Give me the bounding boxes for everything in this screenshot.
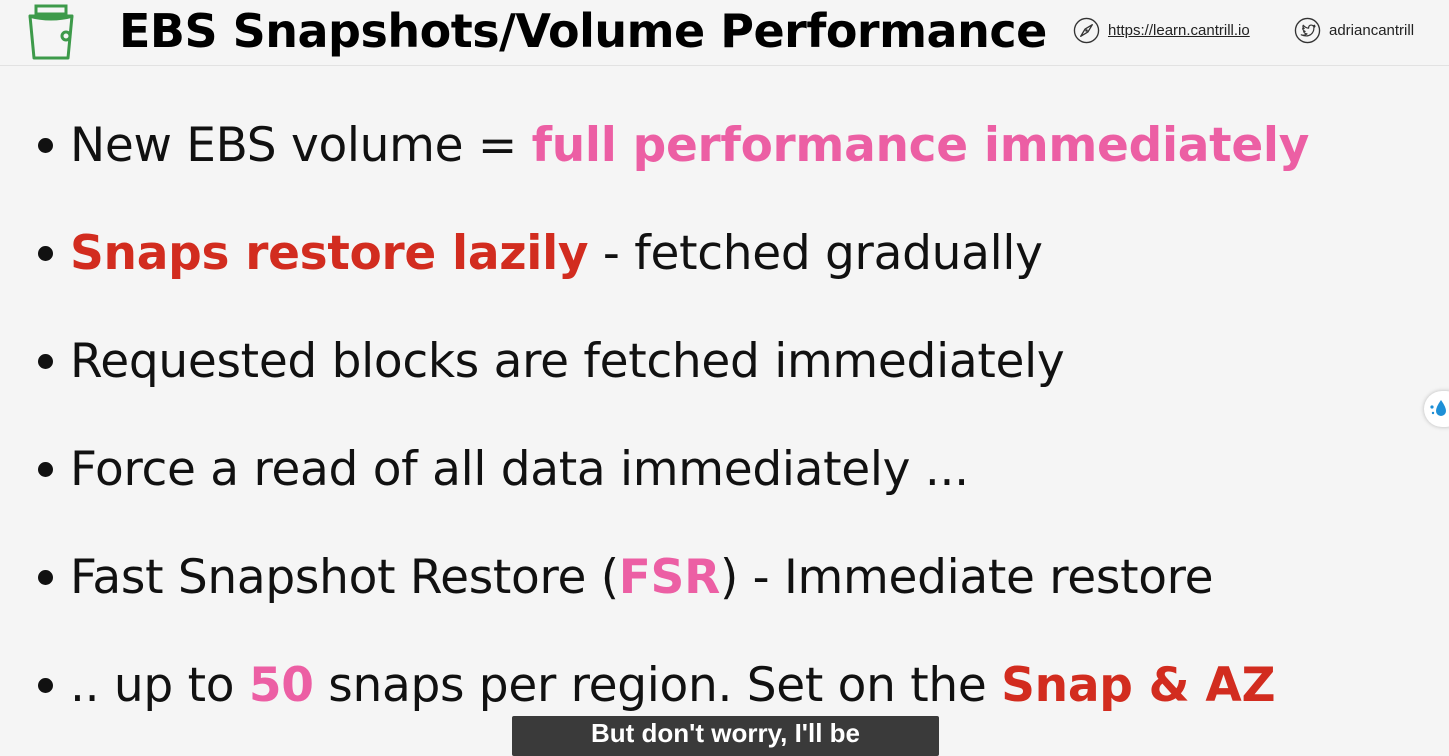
bullet-dot bbox=[38, 462, 53, 477]
page-title: EBS Snapshots/Volume Performance bbox=[119, 4, 1047, 58]
bullet-highlight: 50 bbox=[248, 658, 314, 713]
bullet-item: Fast Snapshot Restore (FSR) - Immediate … bbox=[38, 524, 1214, 632]
bullet-text: ) - Immediate restore bbox=[720, 550, 1214, 605]
bullet-dot bbox=[38, 570, 53, 585]
social-link[interactable]: adriancantrill bbox=[1294, 15, 1414, 45]
bullet-item: Snaps restore lazily - fetched gradually bbox=[38, 200, 1043, 308]
bullet-text: Requested blocks are fetched immediately bbox=[70, 334, 1065, 389]
bullet-text: Fast Snapshot Restore ( bbox=[70, 550, 619, 605]
bullet-dot bbox=[38, 678, 53, 693]
bucket-icon bbox=[28, 4, 74, 60]
bullet-item: New EBS volume = full performance immedi… bbox=[38, 92, 1309, 200]
bullet-text: New EBS volume = bbox=[70, 118, 532, 173]
slide-header: EBS Snapshots/Volume Performance https:/… bbox=[0, 0, 1449, 66]
bullet-dot bbox=[38, 138, 53, 153]
bullet-text: - fetched gradually bbox=[588, 226, 1043, 281]
social-handle[interactable]: adriancantrill bbox=[1329, 22, 1414, 39]
bullet-item: Requested blocks are fetched immediately bbox=[38, 308, 1065, 416]
side-widget-button[interactable] bbox=[1424, 391, 1449, 427]
bullet-dot bbox=[38, 354, 53, 369]
subtitle-caption: But don't worry, I'll be bbox=[512, 716, 939, 756]
bullet-text: snaps per region. Set on the bbox=[313, 658, 1002, 713]
bullet-item: Force a read of all data immediately ... bbox=[38, 416, 969, 524]
bullet-highlight: Snap & AZ bbox=[1001, 658, 1276, 713]
bullet-highlight: full performance immediately bbox=[531, 118, 1310, 173]
site-link-text[interactable]: https://learn.cantrill.io bbox=[1108, 22, 1250, 39]
bullet-highlight: FSR bbox=[618, 550, 721, 605]
site-link[interactable]: https://learn.cantrill.io bbox=[1073, 15, 1250, 45]
twitter-icon bbox=[1294, 17, 1321, 43]
droplet-icon bbox=[1430, 400, 1446, 416]
compass-icon bbox=[1073, 17, 1100, 43]
bullet-highlight: Snaps restore lazily bbox=[70, 226, 589, 281]
bullet-text: Force a read of all data immediately ... bbox=[70, 442, 969, 497]
bullet-dot bbox=[38, 246, 53, 261]
bullet-text: .. up to bbox=[70, 658, 249, 713]
